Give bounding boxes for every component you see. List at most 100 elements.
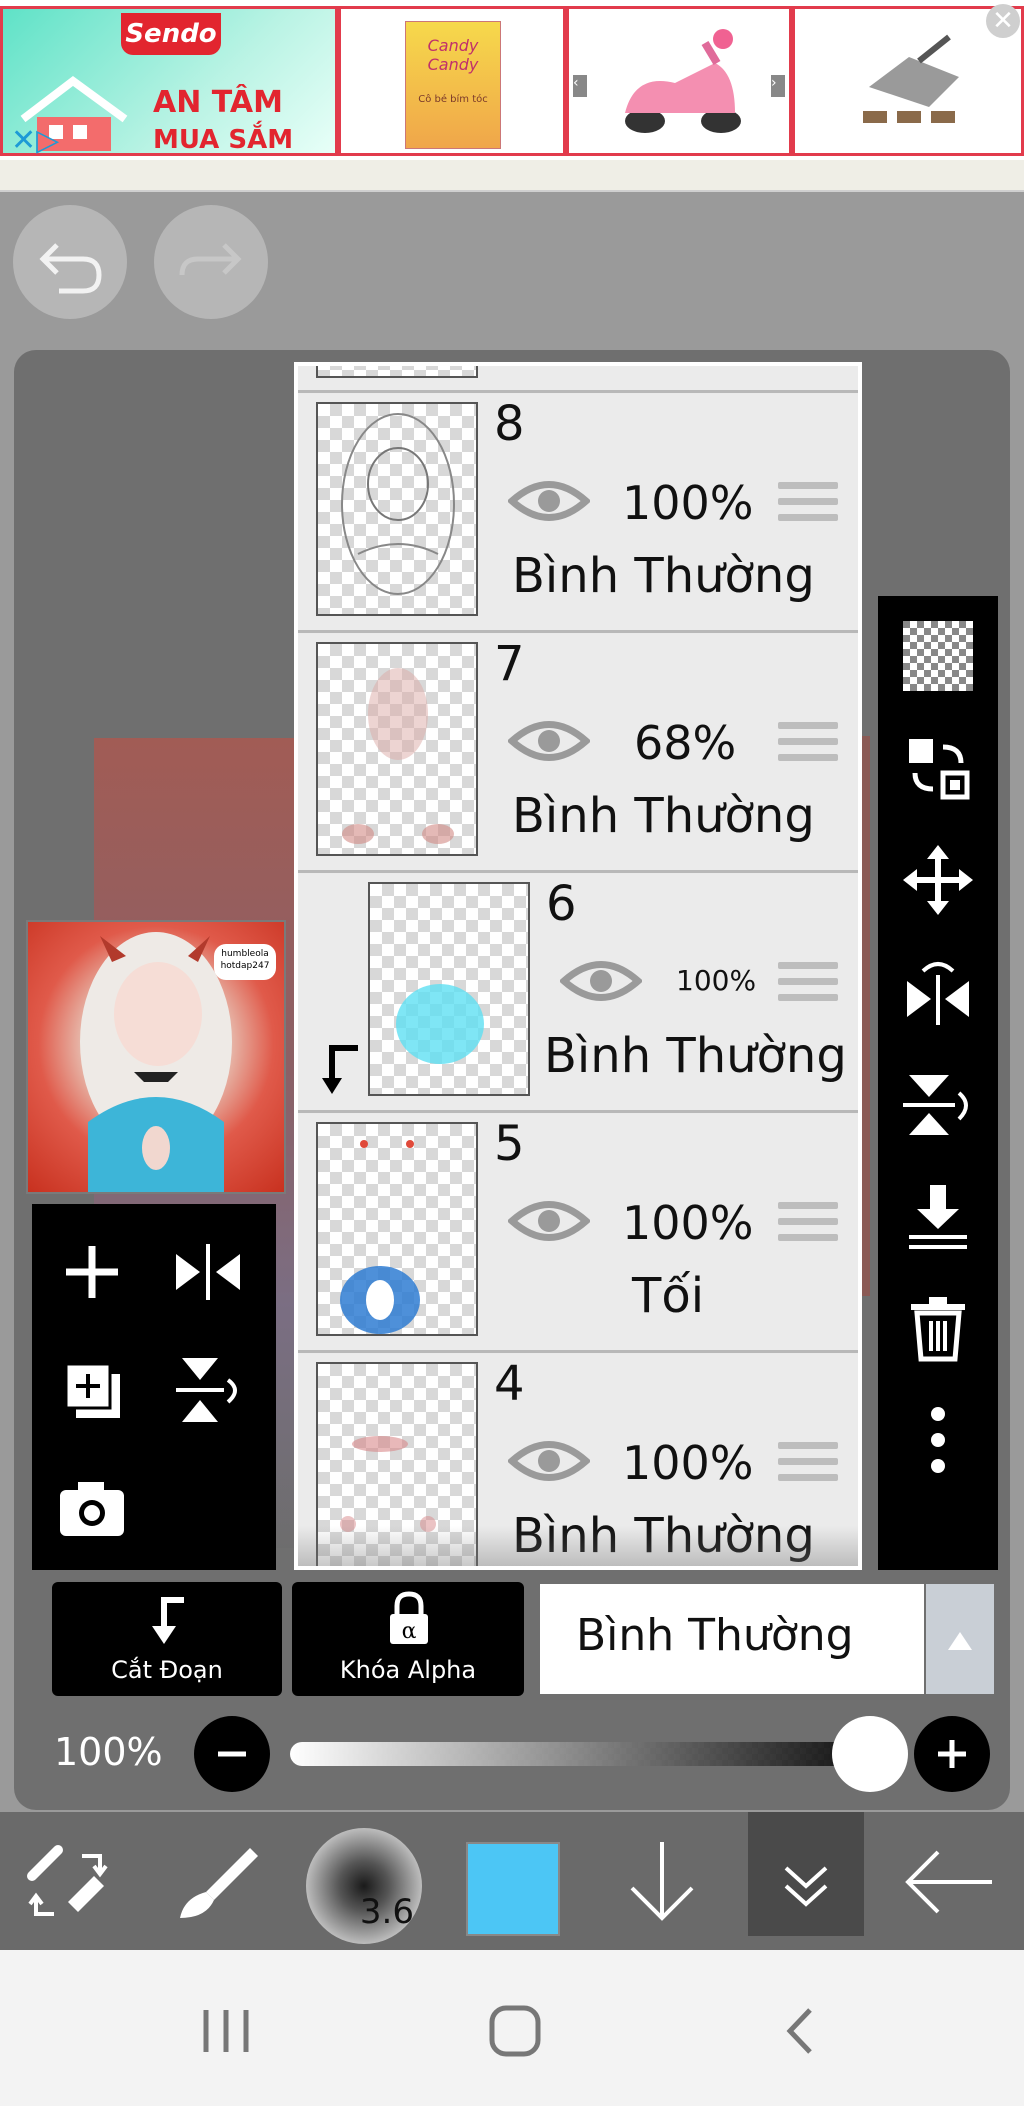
layer-row-5[interactable]: 5 100% Tối [298,1114,858,1353]
undo-button[interactable] [13,205,127,319]
artwork-preview[interactable]: humbleola hotdap247 [26,920,286,1194]
layer-row-6[interactable]: 6 100% Bình Thường [298,874,858,1113]
add-layer-button[interactable] [52,1232,132,1312]
layer-row-8[interactable]: 8 100% Bình Thường [298,394,858,633]
svg-text:α: α [402,1619,417,1644]
next-arrow-icon[interactable]: › [771,75,785,97]
chevron-left-icon [786,2008,812,2054]
layer-row-7[interactable]: 7 68% Bình Thường [298,634,858,873]
ad-strip [0,160,1024,192]
sendo-logo: Sendo [121,13,221,55]
drag-handle-icon[interactable] [778,482,838,536]
merge-down-icon [909,1185,967,1249]
flip-horizontal-icon [176,1244,240,1300]
ad-book-tile[interactable]: Candy Candy Cô bé bím tóc [338,6,566,156]
flip-vertical-rotate-button[interactable] [878,1054,998,1154]
brush-eraser-swap-icon [27,1845,108,1916]
swap-layer-button[interactable] [878,718,998,818]
camera-button[interactable] [52,1468,132,1548]
checkerboard-icon [903,621,973,691]
layer-number: 8 [494,396,525,452]
clipping-button[interactable]: Cắt Đoạn [52,1582,282,1696]
clip-arrow-icon [322,1045,358,1094]
swap-icon [909,739,970,800]
ad-close-icon[interactable]: ✕ [986,4,1020,38]
duplicate-icon [64,1362,120,1418]
blend-mode-select[interactable]: Bình Thường [540,1584,924,1694]
drag-handle-icon[interactable] [778,1202,838,1256]
color-swatch[interactable] [466,1842,560,1936]
scooter-image [625,29,741,133]
layer-row-partial[interactable] [298,366,858,393]
clipping-label: Cắt Đoạn [111,1656,223,1684]
ad-sendo-tile[interactable]: Sendo AN TÂM MUA SẮM ✕▷ [0,6,338,158]
prev-arrow-icon[interactable]: ‹ [573,75,587,97]
layer-tools-toolbar [878,596,998,1570]
flip-horizontal-button[interactable] [168,1232,248,1312]
layer-thumbnail [316,402,478,616]
layer-blend-mode: Bình Thường [512,548,815,604]
redo-button[interactable] [154,205,268,319]
drag-handle-icon[interactable] [778,722,838,776]
layer-blend-mode: Bình Thường [544,1028,847,1084]
opacity-increase-button[interactable] [914,1716,990,1792]
arrow-left-icon [905,1850,992,1914]
camera-icon [60,1482,124,1536]
layers-toggle-button[interactable] [748,1812,864,1936]
opacity-slider-track[interactable] [290,1742,880,1766]
flip-horizontal-rotate-button[interactable] [878,942,998,1042]
merge-down-button[interactable] [878,1166,998,1266]
layers-panel[interactable]: 8 100% Bình Thường 7 68% Bình Thường 6 1 [294,362,862,1570]
opacity-decrease-button[interactable] [194,1716,270,1792]
recent-apps-button[interactable] [196,2006,256,2056]
layer-opacity: 100% [676,964,757,997]
brush-size-value: 3.6 [359,1892,414,1932]
opacity-slider-knob[interactable] [832,1716,908,1792]
eye-icon[interactable] [560,954,642,1008]
arrow-down-icon [630,1842,694,1921]
layer-thumbnail [316,642,478,856]
flip-vertical-button[interactable] [168,1350,248,1430]
duplicate-layer-button[interactable] [52,1350,132,1430]
ad-choices-icon[interactable]: ✕▷ [11,123,59,158]
layer-blend-mode: Tối [632,1268,705,1324]
layer-opacity: 100% [622,476,754,530]
layer-number: 5 [494,1116,525,1172]
move-layer-down-button[interactable] [612,1832,712,1932]
drag-handle-icon[interactable] [778,962,838,1016]
home-button[interactable] [486,2002,544,2060]
main-toolbar: 3.6 [0,1812,1024,1950]
blend-mode-dropdown[interactable] [926,1584,994,1694]
alpha-lock-button[interactable]: α Khóa Alpha [292,1582,524,1696]
system-back-button[interactable] [776,2004,826,2058]
preview-watermark: humbleola hotdap247 [214,944,276,980]
transparent-fill-button[interactable] [878,606,998,706]
more-vertical-icon [931,1407,945,1473]
clip-arrow-icon [152,1597,184,1644]
ad-line-2: MUA SẮM [153,125,294,155]
opacity-value: 100% [54,1730,163,1774]
eye-icon[interactable] [508,714,590,768]
system-nav-bar [0,1950,1024,2106]
more-options-button[interactable] [878,1390,998,1490]
eye-icon[interactable] [508,1434,590,1488]
delete-layer-button[interactable] [878,1278,998,1378]
book-subtitle: Cô bé bím tóc [418,94,488,105]
undo-icon [39,243,102,294]
eye-icon[interactable] [508,1194,590,1248]
drag-handle-icon[interactable] [778,1442,838,1496]
redo-icon [179,243,242,276]
ad-line-1: AN TÂM [153,85,283,120]
book-cover-image: Candy Candy Cô bé bím tóc [405,21,501,149]
ad-banner[interactable]: Sendo AN TÂM MUA SẮM ✕▷ Candy Candy Cô b… [0,0,1024,160]
layer-actions-toolbar [32,1204,276,1570]
layer-opacity: 68% [634,716,737,770]
back-button[interactable] [900,1832,1000,1932]
brush-tool-button[interactable] [166,1832,266,1932]
brush-size-button[interactable]: 3.6 [306,1828,422,1944]
tool-swap-button[interactable] [18,1832,118,1932]
alpha-lock-label: Khóa Alpha [339,1656,477,1684]
move-button[interactable] [878,830,998,930]
eye-icon[interactable] [508,474,590,528]
ad-scooter-tile[interactable]: ‹ › [566,6,792,156]
